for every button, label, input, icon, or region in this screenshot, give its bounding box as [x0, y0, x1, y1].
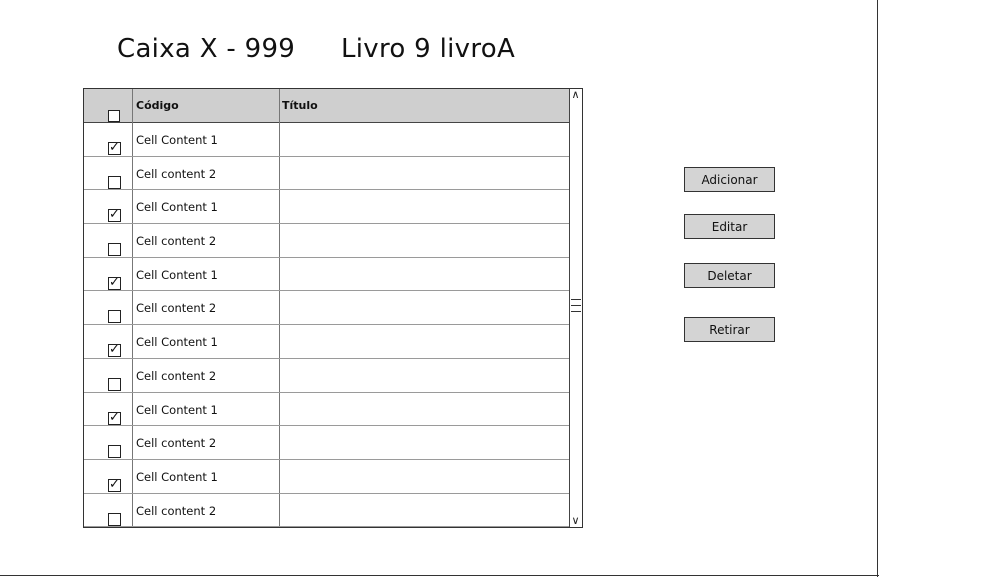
cell-codigo: Cell Content 1 — [136, 402, 218, 417]
table-row[interactable]: ✓ Cell Content 1 — [84, 258, 571, 292]
window-right-border — [877, 0, 878, 577]
table-row[interactable]: Cell content 2 — [84, 359, 571, 393]
row-checkbox-checked[interactable]: ✓ — [108, 276, 121, 290]
table-row[interactable]: ✓ Cell Content 1 — [84, 460, 571, 494]
table-row[interactable]: Cell content 2 — [84, 224, 571, 258]
remove-button[interactable]: Retirar — [684, 317, 775, 342]
table-row[interactable]: Cell content 2 — [84, 157, 571, 191]
cell-codigo: Cell content 2 — [136, 234, 217, 249]
cell-codigo: Cell Content 1 — [136, 267, 218, 282]
chevron-up-icon[interactable]: ∧ — [570, 89, 581, 101]
cell-codigo: Cell Content 1 — [136, 335, 218, 350]
table-row[interactable]: ✓ Cell Content 1 — [84, 190, 571, 225]
cell-codigo: Cell content 2 — [136, 503, 217, 518]
book-title: Livro 9 livroA — [341, 34, 516, 64]
cell-codigo: Cell Content 1 — [136, 469, 218, 484]
column-header-codigo[interactable]: Código — [136, 99, 179, 112]
row-checkbox[interactable] — [108, 512, 121, 526]
table-row[interactable]: Cell content 2 — [84, 291, 571, 326]
row-checkbox-checked[interactable]: ✓ — [108, 411, 121, 425]
window-bottom-border — [0, 575, 879, 576]
cell-codigo: Cell content 2 — [136, 436, 217, 451]
cell-codigo: Cell content 2 — [136, 301, 217, 316]
scroll-thumb[interactable] — [570, 295, 581, 319]
row-checkbox-checked[interactable]: ✓ — [108, 478, 121, 492]
row-checkbox-checked[interactable]: ✓ — [108, 343, 121, 358]
cell-codigo: Cell Content 1 — [136, 200, 218, 215]
column-header-titulo[interactable]: Título — [282, 99, 318, 112]
row-checkbox-checked[interactable]: ✓ — [108, 141, 121, 155]
row-checkbox[interactable] — [108, 175, 121, 189]
table-row[interactable]: ✓ Cell Content 1 — [84, 393, 571, 427]
chevron-down-icon[interactable]: ∨ — [570, 515, 581, 527]
row-checkbox-checked[interactable]: ✓ — [108, 208, 121, 223]
delete-button[interactable]: Deletar — [684, 263, 775, 288]
cell-codigo: Cell content 2 — [136, 166, 217, 181]
box-title: Caixa X - 999 — [117, 34, 296, 64]
row-checkbox[interactable] — [108, 243, 121, 257]
cell-codigo: Cell Content 1 — [136, 133, 218, 147]
books-grid: Código Título ✓ Cell Content 1 Cell conten… — [83, 88, 583, 528]
row-checkbox[interactable] — [108, 445, 121, 459]
select-all-checkbox[interactable] — [108, 110, 120, 122]
table-row[interactable]: Cell content 2 — [84, 426, 571, 460]
edit-button[interactable]: Editar — [684, 214, 775, 239]
grid-body: ✓ Cell Content 1 Cell content 2 ✓ Cell Conte… — [84, 123, 571, 527]
grid-header: Código Título — [84, 89, 571, 123]
cell-codigo: Cell content 2 — [136, 368, 217, 383]
table-row[interactable]: Cell content 2 — [84, 494, 571, 527]
table-row[interactable]: ✓ Cell Content 1 — [84, 123, 571, 157]
vertical-scrollbar[interactable]: ∧ ∨ — [569, 89, 582, 527]
row-checkbox[interactable] — [108, 377, 121, 391]
table-row[interactable]: ✓ Cell Content 1 — [84, 325, 571, 359]
row-checkbox[interactable] — [108, 310, 121, 324]
add-button[interactable]: Adicionar — [684, 167, 775, 192]
